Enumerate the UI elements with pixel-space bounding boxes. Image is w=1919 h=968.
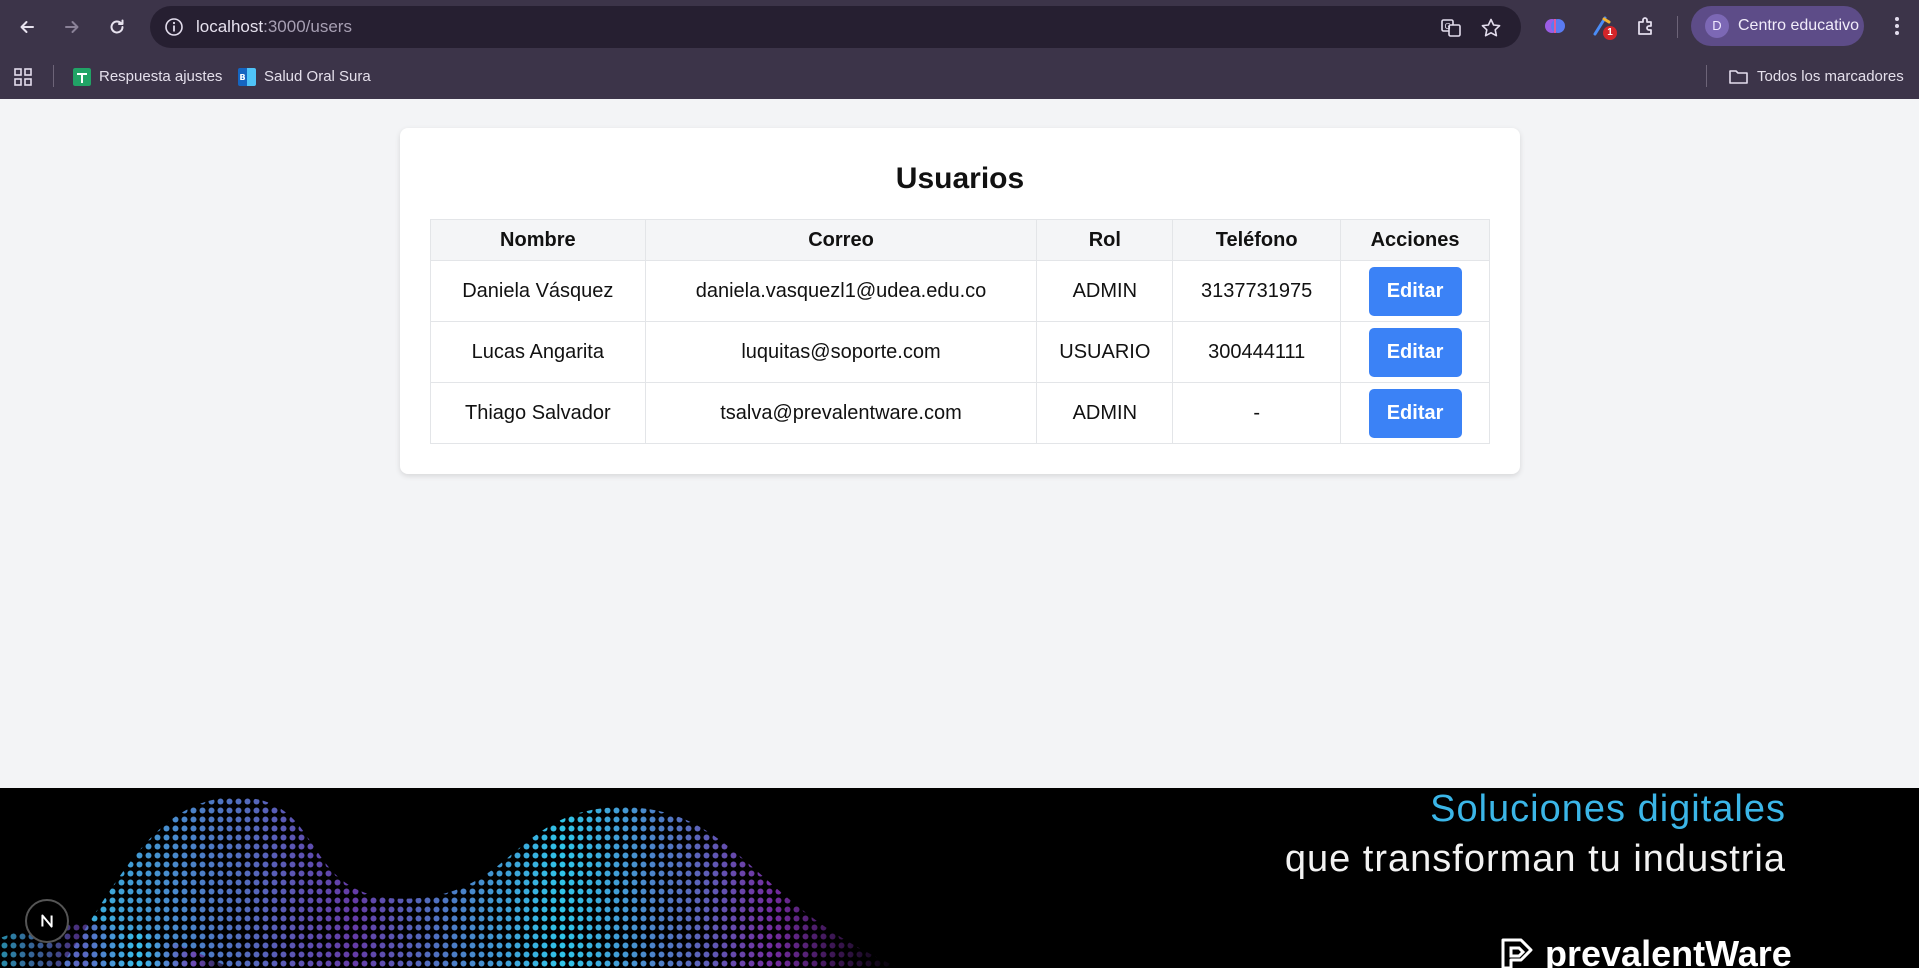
arrow-left-icon — [20, 21, 34, 33]
puzzle-icon[interactable] — [1634, 14, 1658, 38]
user-role: ADMIN — [1036, 260, 1174, 322]
user-role: USUARIO — [1036, 321, 1174, 383]
bookmark-label: Respuesta ajustes — [99, 68, 223, 85]
site-info-icon[interactable] — [164, 17, 184, 37]
actions-cell: Editar — [1340, 260, 1490, 322]
apps-button[interactable] — [14, 54, 32, 99]
user-email: tsalva@prevalentware.com — [644, 382, 1038, 444]
svg-text:B: B — [240, 73, 246, 82]
browser-toolbar: localhost:3000/users G 1 D Centro educat… — [0, 0, 1919, 54]
user-email: daniela.vasquezl1@udea.edu.co — [644, 260, 1038, 322]
edit-button[interactable]: Editar — [1368, 266, 1462, 316]
banner-tagline: que transforman tu industria — [1284, 838, 1786, 880]
forward-button[interactable] — [57, 12, 87, 42]
user-phone: 3137731975 — [1172, 260, 1342, 322]
arrow-right-icon — [65, 21, 79, 33]
brand-name: prevalentWare — [1545, 933, 1792, 968]
reload-button[interactable] — [102, 12, 132, 42]
table-row: Lucas Angarita luquitas@soporte.com USUA… — [430, 321, 1490, 383]
users-card: Usuarios Nombre Correo Rol Teléfono Acci… — [400, 128, 1520, 474]
profile-button[interactable]: D Centro educativo — [1691, 6, 1864, 46]
address-bar[interactable]: localhost:3000/users G — [150, 6, 1521, 48]
bookmark-label: Salud Oral Sura — [264, 68, 371, 85]
brain-extension-icon[interactable] — [1543, 14, 1567, 38]
all-bookmarks-button[interactable]: Todos los marcadores — [1728, 54, 1904, 99]
extension-with-badge[interactable]: 1 — [1591, 14, 1617, 40]
user-email: luquitas@soporte.com — [644, 321, 1038, 383]
page-title: Usuarios — [895, 162, 1025, 195]
footer-banner: Soluciones digitales que transforman tu … — [0, 788, 1919, 968]
folder-icon — [1729, 69, 1748, 84]
prevalentware-logo-icon — [1501, 938, 1533, 968]
user-name: Lucas Angarita — [430, 321, 646, 383]
users-table: Nombre Correo Rol Teléfono Acciones Dani… — [430, 219, 1490, 444]
bookmark-star-icon[interactable] — [1480, 17, 1502, 39]
nextjs-dev-indicator[interactable] — [25, 899, 69, 943]
url-text[interactable]: localhost:3000/users — [196, 6, 352, 48]
banner-tagline-accent: Soluciones digitales — [1430, 788, 1786, 830]
svg-text:G: G — [1445, 22, 1451, 31]
site-favicon-icon: B — [238, 67, 256, 86]
actions-cell: Editar — [1340, 382, 1490, 444]
column-header-correo: Correo — [644, 219, 1038, 261]
translate-icon[interactable]: G — [1440, 17, 1462, 39]
bookmarks-divider-right — [1706, 65, 1707, 87]
actions-cell: Editar — [1340, 321, 1490, 383]
user-name: Thiago Salvador — [430, 382, 646, 444]
column-header-nombre: Nombre — [430, 219, 646, 261]
profile-name: Centro educativo — [1738, 17, 1859, 34]
user-name: Daniela Vásquez — [430, 260, 646, 322]
extension-badge: 1 — [1603, 26, 1617, 40]
user-phone: - — [1172, 382, 1342, 444]
column-header-rol: Rol — [1036, 219, 1174, 261]
url-host: localhost — [196, 17, 264, 36]
all-bookmarks-label: Todos los marcadores — [1757, 68, 1904, 85]
browser-chrome: localhost:3000/users G 1 D Centro educat… — [0, 0, 1919, 99]
sheets-icon — [73, 67, 91, 86]
bookmark-salud-oral-sura[interactable]: B Salud Oral Sura — [238, 54, 371, 99]
nextjs-n-icon — [41, 914, 53, 928]
brand-logo: prevalentWare — [1497, 933, 1792, 968]
table-row: Thiago Salvador tsalva@prevalentware.com… — [430, 382, 1490, 444]
back-button[interactable] — [12, 12, 42, 42]
url-path: :3000/users — [263, 17, 352, 36]
user-phone: 300444111 — [1172, 321, 1342, 383]
column-header-acciones: Acciones — [1340, 219, 1490, 261]
column-header-telefono: Teléfono — [1172, 219, 1342, 261]
toolbar-divider — [1677, 16, 1678, 38]
table-header-row: Nombre Correo Rol Teléfono Acciones — [430, 219, 1490, 261]
bookmarks-divider — [53, 65, 54, 87]
dotted-wave-graphic — [0, 797, 900, 968]
edit-button[interactable]: Editar — [1368, 327, 1462, 377]
apps-grid-icon — [14, 67, 32, 86]
user-role: ADMIN — [1036, 382, 1174, 444]
bookmarks-bar: Respuesta ajustes B Salud Oral Sura Todo… — [0, 54, 1919, 99]
reload-icon — [110, 19, 124, 34]
edit-button[interactable]: Editar — [1368, 388, 1462, 438]
avatar: D — [1705, 14, 1729, 38]
bookmark-respuesta-ajustes[interactable]: Respuesta ajustes — [73, 54, 222, 99]
table-row: Daniela Vásquez daniela.vasquezl1@udea.e… — [430, 260, 1490, 322]
more-menu-icon[interactable] — [1887, 14, 1907, 38]
